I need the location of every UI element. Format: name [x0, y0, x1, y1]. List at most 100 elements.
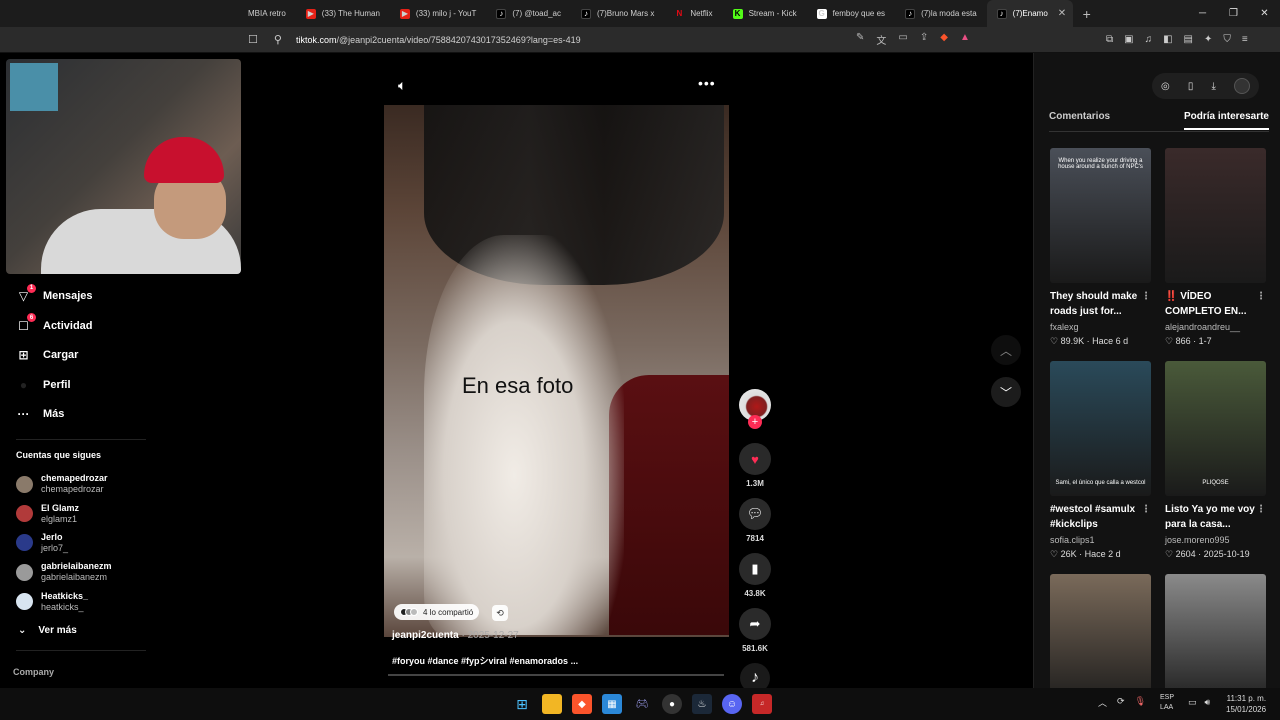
close-window-icon[interactable]: ✕	[1249, 8, 1280, 19]
brave-shield-icon[interactable]: ◆	[940, 32, 948, 47]
url-field[interactable]: tiktok.com/@jeanpi2cuenta/video/75884207…	[296, 35, 581, 45]
video-title[interactable]: #westcol #samulx #kickclips ⋮	[1050, 502, 1151, 532]
video-player[interactable]: En esa foto	[384, 105, 729, 637]
browser-tab[interactable]: ♪ (7) @toad_ac	[486, 0, 571, 27]
browser-tab[interactable]: ▶ (33) The Human	[296, 0, 390, 27]
rewards-icon[interactable]: ▲	[960, 32, 970, 47]
like-button[interactable]: ♥	[739, 443, 771, 475]
next-video-button[interactable]: ﹀	[991, 377, 1021, 407]
network-icon[interactable]: ▭	[1188, 697, 1197, 708]
video-title[interactable]: ‼️ VÍDEO COMPLETO EN... ⋮	[1165, 289, 1266, 319]
followed-account[interactable]: Jerlo jerlo7_	[0, 528, 160, 557]
brave-icon[interactable]: ◆	[572, 694, 592, 714]
see-more-button[interactable]: ⌄ Ver más	[0, 616, 160, 644]
language-indicator[interactable]: ESP LAA	[1160, 693, 1174, 713]
tray-overflow-icon[interactable]: ︿	[1098, 696, 1107, 709]
video-description[interactable]: #foryou #dance #fypシviral #enamorados ..…	[392, 654, 578, 667]
recommended-video[interactable]: PLIQOSE Listo Ya yo me voy para la casa..…	[1165, 361, 1266, 560]
share-button[interactable]: ➦	[739, 608, 771, 640]
site-info-icon[interactable]: ⚲	[274, 33, 282, 46]
obs-icon[interactable]: ●	[662, 694, 682, 714]
sync-icon[interactable]: ⟳	[1117, 696, 1125, 709]
tab-recommendations[interactable]: Podría interesarte	[1183, 111, 1269, 130]
shared-by-pill[interactable]: 4 lo compartió	[394, 604, 480, 620]
video-thumbnail[interactable]: When you realize your driving a house ar…	[1050, 148, 1151, 283]
browser-tab[interactable]: N Netflix	[664, 0, 722, 27]
wallet-icon[interactable]: ▤	[1184, 34, 1193, 45]
browser-tab[interactable]: ▶ (33) milo j - YouT	[390, 0, 486, 27]
followed-account[interactable]: Heatkicks_ heatkicks_	[0, 587, 160, 616]
company-link[interactable]: Company	[0, 667, 160, 677]
video-author[interactable]: jeanpi2cuenta · 2025-12-27	[392, 630, 519, 641]
split-view-icon[interactable]: ◧	[1163, 34, 1172, 45]
video-thumbnail[interactable]	[1165, 148, 1266, 283]
phone-icon[interactable]: ▯	[1188, 81, 1194, 92]
browser-tab[interactable]: MBIA retro	[238, 0, 296, 27]
video-author[interactable]: alejandroandreu__	[1165, 322, 1266, 332]
sidebar-item-mensajes[interactable]: ▽ 1 Mensajes	[0, 282, 160, 311]
creator-avatar[interactable]: +	[739, 389, 771, 429]
compass-icon[interactable]: ◎	[1161, 81, 1170, 92]
browser-tab[interactable]: ♪ (7)Bruno Mars x	[571, 0, 664, 27]
browser-tab[interactable]: K Stream - Kick	[723, 0, 807, 27]
start-icon[interactable]: ⊞	[512, 694, 532, 714]
video-title[interactable]: Listo Ya yo me voy para la casa... ⋮	[1165, 502, 1266, 532]
recommended-video[interactable]: Sami, el único que calla a westcol #westc…	[1050, 361, 1151, 560]
sidebar-item-perfil[interactable]: ● Perfil	[0, 370, 160, 399]
gamepad-icon[interactable]: 🎮︎	[632, 694, 652, 714]
vpn-icon[interactable]: ⛉	[1223, 34, 1231, 45]
user-avatar[interactable]	[1233, 78, 1250, 94]
kebab-menu-icon[interactable]: ⋮	[1256, 502, 1266, 517]
translate-icon[interactable]: 文	[876, 32, 886, 47]
repost-icon[interactable]: ⟲	[492, 605, 508, 621]
sidebar-item-actividad[interactable]: ☐ 6 Actividad	[0, 311, 160, 340]
sidebar-icon[interactable]: ▣	[1124, 34, 1133, 45]
video-title[interactable]: They should make roads just for... ⋮	[1050, 289, 1151, 319]
followed-account[interactable]: El Glamz elglamz1	[0, 499, 160, 528]
store-icon[interactable]: ▦	[602, 694, 622, 714]
browser-tab[interactable]: Gfemboy que es	[807, 0, 895, 27]
translate-off-icon[interactable]: ✎	[856, 32, 864, 47]
comment-button[interactable]: 💬︎	[739, 498, 771, 530]
kebab-menu-icon[interactable]: ⋮	[1141, 289, 1151, 304]
video-author[interactable]: fxalexg	[1050, 322, 1151, 332]
download-icon[interactable]: ⤓	[1211, 81, 1215, 92]
recommended-video[interactable]: ‼️ VÍDEO COMPLETO EN... ⋮ alejandroandreu_…	[1165, 148, 1266, 347]
extensions-icon[interactable]: ⧉	[1106, 34, 1113, 45]
browser-tab[interactable]: ♪ (7)Enamo ✕	[986, 0, 1073, 27]
kebab-menu-icon[interactable]: ⋮	[1141, 502, 1151, 517]
share-icon[interactable]: ⇪	[920, 32, 928, 47]
minimize-icon[interactable]: ─	[1187, 8, 1218, 19]
cast-icon[interactable]: ▭	[898, 32, 907, 47]
followed-account[interactable]: chemapedrozar chemapedrozar	[0, 470, 160, 499]
volume-tray-icon[interactable]: 🔊︎	[1205, 697, 1211, 708]
more-options-icon[interactable]: •••	[698, 75, 716, 91]
previous-video-button[interactable]: ︿	[991, 335, 1021, 365]
music-icon[interactable]: ♫	[1145, 34, 1153, 45]
kebab-menu-icon[interactable]: ⋮	[1256, 289, 1266, 304]
video-author[interactable]: sofia.clips1	[1050, 535, 1151, 545]
follow-plus-icon[interactable]: +	[748, 415, 762, 429]
video-author[interactable]: jose.moreno995	[1165, 535, 1266, 545]
video-thumbnail[interactable]: Sami, el único que calla a westcol	[1050, 361, 1151, 496]
steam-icon[interactable]: ♨	[692, 694, 712, 714]
sidebar-item-más[interactable]: ··· Más	[0, 399, 160, 428]
video-progress-bar[interactable]	[388, 674, 724, 676]
discord-icon[interactable]: ☺	[722, 694, 742, 714]
music-app-icon[interactable]: ♫	[752, 694, 772, 714]
bookmark-icon[interactable]: ☐	[248, 33, 258, 46]
mic-icon[interactable]: 🎙︎	[1135, 696, 1146, 709]
browser-tab[interactable]: ♪ (7)la moda esta	[895, 0, 987, 27]
file-explorer-icon[interactable]	[542, 694, 562, 714]
volume-icon[interactable]: 🔈︎	[398, 77, 406, 94]
system-clock[interactable]: 11:31 p. m. 15/01/2026	[1226, 693, 1266, 715]
restore-icon[interactable]: ❐	[1218, 8, 1249, 19]
close-tab-icon[interactable]: ✕	[1058, 8, 1066, 19]
new-tab-icon[interactable]: +	[1073, 6, 1101, 22]
tab-comments[interactable]: Comentarios	[1049, 111, 1110, 130]
video-thumbnail[interactable]: PLIQOSE	[1165, 361, 1266, 496]
followed-account[interactable]: gabrielaibanezm gabrielaibanezm	[0, 558, 160, 587]
leo-ai-icon[interactable]: ✦	[1204, 34, 1212, 45]
save-button[interactable]: ▮	[739, 553, 771, 585]
menu-icon[interactable]: ≡	[1242, 34, 1248, 45]
